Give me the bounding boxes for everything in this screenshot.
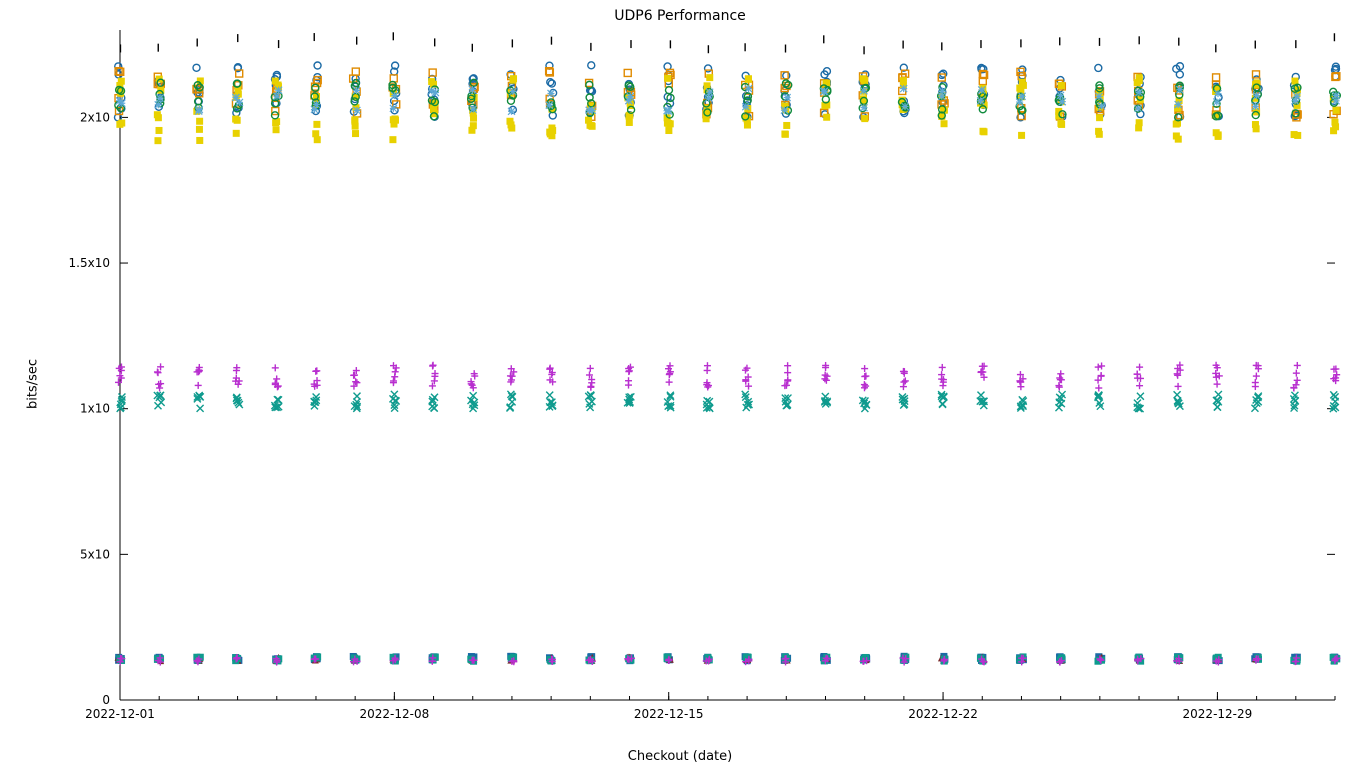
svg-text:2022-12-01: 2022-12-01: [85, 707, 155, 721]
svg-text:2022-12-29: 2022-12-29: [1183, 707, 1253, 721]
svg-text:2022-12-22: 2022-12-22: [908, 707, 978, 721]
chart-svg: 0 5x10 1x10 1.5x10 2x10 2022-12-01 2022-12-08 2…: [0, 0, 1360, 768]
svg-text:2x10: 2x10: [80, 110, 110, 124]
svg-text:5x10: 5x10: [80, 547, 110, 561]
svg-text:1.5x10: 1.5x10: [69, 256, 110, 270]
svg-text:2022-12-15: 2022-12-15: [634, 707, 704, 721]
svg-text:1x10: 1x10: [80, 402, 110, 416]
svg-text:2022-12-08: 2022-12-08: [359, 707, 429, 721]
svg-text:0: 0: [102, 693, 110, 707]
chart-container: UDP6 Performance bits/sec Checkout (date…: [0, 0, 1360, 768]
